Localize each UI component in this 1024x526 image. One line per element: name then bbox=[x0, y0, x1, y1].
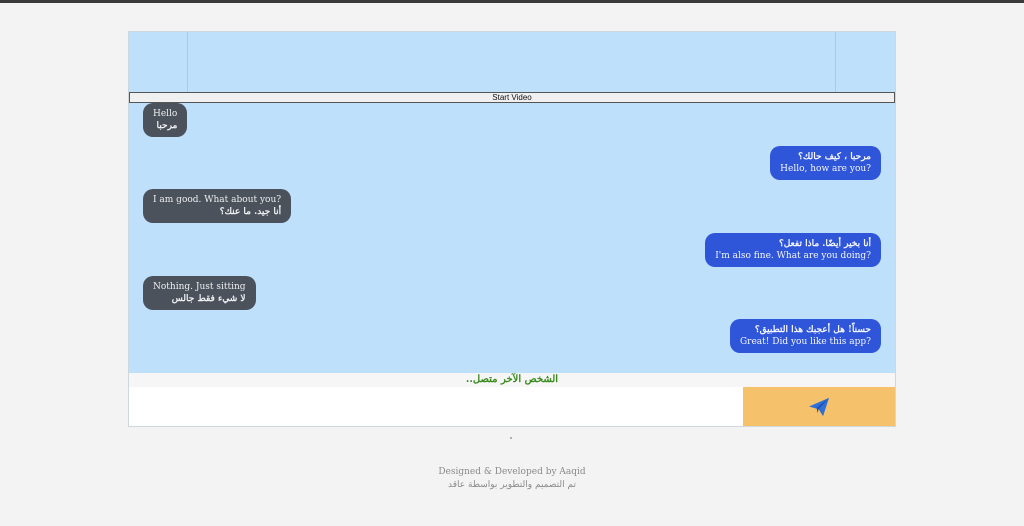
message-received: I am good. What about you? أنا جيد. ما ع… bbox=[143, 189, 292, 223]
browser-top-bar bbox=[0, 0, 1024, 3]
start-video-button[interactable]: Start Video bbox=[129, 92, 895, 103]
message-text-en: I'm also fine. What are you doing? bbox=[715, 251, 871, 261]
message-text-en: Hello bbox=[153, 109, 178, 119]
message-composer bbox=[129, 387, 895, 426]
message-text-ar: مرحبا bbox=[156, 121, 178, 131]
message-text-ar: أنا بخير أيضًا. ماذا تفعل؟ bbox=[778, 239, 871, 249]
message-text-en: Great! Did you like this app? bbox=[739, 337, 871, 347]
video-stage bbox=[188, 32, 835, 92]
paper-plane-icon bbox=[809, 397, 829, 416]
message-text-ar: أنا جيد. ما عنك؟ bbox=[219, 207, 282, 217]
message-sent: حسناً! هل أعجبك هذا التطبيق؟ Great! Did … bbox=[729, 319, 881, 353]
chat-messages[interactable]: Hello مرحبا مرحبا ، كيف حالك؟ Hello, how… bbox=[129, 103, 895, 373]
message-text-en: Hello, how are you? bbox=[780, 164, 871, 174]
footer-credit-en: Designed & Developed by Aaqid bbox=[438, 467, 586, 477]
footer-credit-ar: تم التصميم والتطوير بواسطة عاقد bbox=[448, 480, 576, 490]
chat-app: Start Video Hello مرحبا مرحبا ، كيف حالك… bbox=[128, 31, 896, 427]
message-text-ar: لا شيء فقط جالس bbox=[171, 294, 246, 304]
message-text-en: Nothing. Just sitting bbox=[153, 282, 246, 292]
message-text-en: I am good. What about you? bbox=[153, 195, 282, 205]
message-received: Nothing. Just sitting لا شيء فقط جالس bbox=[143, 276, 256, 310]
footer: Designed & Developed by Aaqid تم التصميم… bbox=[0, 466, 1024, 492]
decorative-dot bbox=[510, 437, 512, 439]
message-text-ar: حسناً! هل أعجبك هذا التطبيق؟ bbox=[754, 325, 871, 335]
message-sent: أنا بخير أيضًا. ماذا تفعل؟ I'm also fine… bbox=[705, 233, 881, 267]
local-video bbox=[129, 32, 188, 92]
remote-video bbox=[835, 32, 895, 92]
video-area bbox=[129, 32, 895, 92]
message-input[interactable] bbox=[129, 387, 743, 426]
message-sent: مرحبا ، كيف حالك؟ Hello, how are you? bbox=[770, 146, 881, 180]
connection-status: الشخص الآخر متصل.. bbox=[129, 373, 895, 387]
send-button[interactable] bbox=[743, 387, 895, 426]
message-text-ar: مرحبا ، كيف حالك؟ bbox=[798, 152, 871, 162]
message-received: Hello مرحبا bbox=[143, 103, 188, 137]
